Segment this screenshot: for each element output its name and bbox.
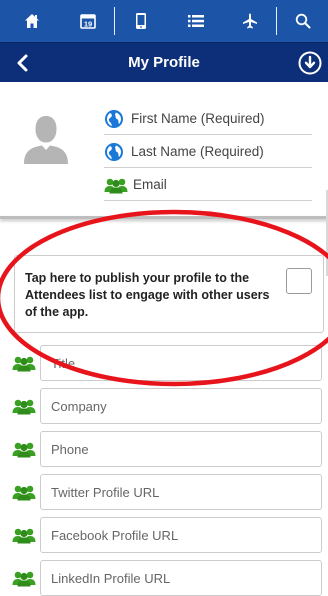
- calendar-icon[interactable]: 19: [68, 0, 108, 42]
- people-icon: [12, 356, 36, 372]
- first-name-placeholder: First Name (Required): [131, 111, 265, 126]
- page-title: My Profile: [128, 54, 200, 71]
- download-button[interactable]: [298, 51, 322, 75]
- search-icon[interactable]: [283, 0, 323, 42]
- publish-profile-checkbox[interactable]: [286, 268, 312, 294]
- company-input[interactable]: [40, 388, 322, 424]
- home-icon[interactable]: [12, 0, 52, 42]
- title-bar: My Profile: [0, 42, 328, 82]
- phone-row: [0, 431, 328, 467]
- company-row: [0, 388, 328, 424]
- title-row: [0, 345, 328, 381]
- list-icon[interactable]: [176, 0, 216, 42]
- people-icon: [12, 528, 36, 544]
- title-input[interactable]: [40, 345, 322, 381]
- people-icon: [12, 571, 36, 587]
- linkedin-row: [0, 560, 328, 596]
- person-silhouette-icon: [24, 116, 68, 164]
- phone-icon[interactable]: [121, 0, 161, 42]
- profile-divider: [0, 216, 328, 219]
- top-nav-bar: 19: [0, 0, 328, 42]
- people-icon: [12, 399, 36, 415]
- twitter-row: [0, 474, 328, 510]
- first-name-field[interactable]: First Name (Required): [104, 103, 312, 135]
- download-icon: [298, 51, 322, 75]
- people-icon: [12, 485, 36, 501]
- twitter-url-input[interactable]: [40, 474, 322, 510]
- nav-divider: [276, 7, 277, 35]
- last-name-field[interactable]: Last Name (Required): [104, 136, 312, 168]
- chevron-left-icon: [17, 54, 28, 72]
- globe-icon: [105, 142, 123, 161]
- people-icon: [104, 178, 128, 193]
- linkedin-url-input[interactable]: [40, 560, 322, 596]
- calendar-day: 19: [84, 20, 92, 29]
- email-placeholder: Email: [133, 177, 167, 192]
- last-name-placeholder: Last Name (Required): [131, 144, 264, 159]
- airplane-icon[interactable]: [230, 0, 270, 42]
- phone-input[interactable]: [40, 431, 322, 467]
- nav-divider: [114, 7, 115, 35]
- people-icon: [12, 442, 36, 458]
- profile-header: First Name (Required) Last Name (Require…: [0, 82, 328, 218]
- email-field[interactable]: Email: [104, 169, 312, 201]
- facebook-row: [0, 517, 328, 553]
- publish-profile-card[interactable]: Tap here to publish your profile to the …: [14, 255, 324, 333]
- globe-icon: [105, 109, 123, 128]
- avatar[interactable]: [22, 114, 70, 166]
- publish-profile-text: Tap here to publish your profile to the …: [25, 271, 270, 319]
- facebook-url-input[interactable]: [40, 517, 322, 553]
- back-button[interactable]: [12, 52, 34, 74]
